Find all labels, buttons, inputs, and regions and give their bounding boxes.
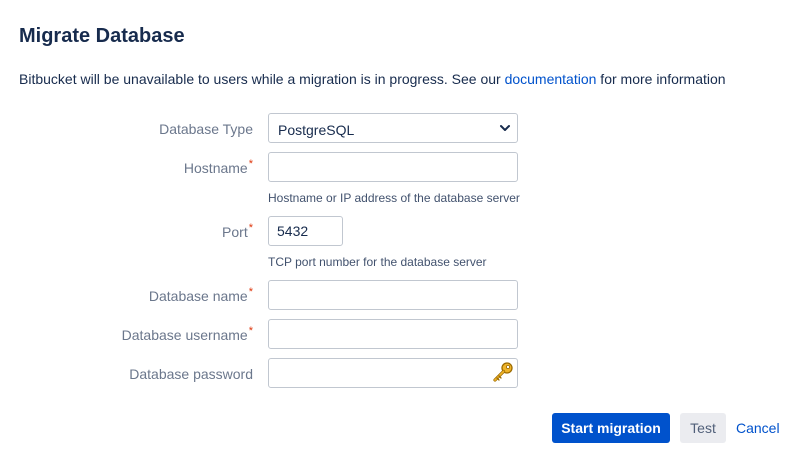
database-password-input[interactable]	[268, 358, 518, 388]
database-username-label: Database username*	[121, 325, 253, 343]
chevron-down-icon	[500, 125, 510, 131]
page-title: Migrate Database	[19, 25, 185, 47]
cancel-link[interactable]: Cancel	[736, 420, 780, 436]
key-icon[interactable]	[492, 361, 514, 383]
port-help: TCP port number for the database server	[268, 255, 487, 269]
database-name-input[interactable]	[268, 280, 518, 310]
database-name-label: Database name*	[148, 286, 253, 304]
required-marker: *	[248, 222, 253, 235]
database-type-label: Database Type	[159, 121, 253, 137]
database-password-label: Database password	[129, 366, 253, 382]
intro-text-before: Bitbucket will be unavailable to users w…	[19, 71, 505, 87]
hostname-label: Hostname*	[183, 158, 253, 176]
port-label: Port*	[222, 222, 253, 240]
migrate-database-page: Migrate Database Bitbucket will be unava…	[0, 0, 795, 461]
database-type-value: PostgreSQL	[278, 122, 355, 138]
intro-text-after: for more information	[596, 71, 726, 87]
hostname-input[interactable]	[268, 152, 518, 182]
test-button[interactable]: Test	[680, 413, 726, 443]
required-marker: *	[248, 286, 253, 299]
start-migration-button[interactable]: Start migration	[552, 413, 670, 443]
required-marker: *	[248, 158, 253, 171]
documentation-link[interactable]: documentation	[505, 71, 597, 87]
port-input[interactable]	[268, 216, 343, 246]
intro-text: Bitbucket will be unavailable to users w…	[19, 70, 726, 88]
database-type-select[interactable]: PostgreSQL	[268, 113, 518, 143]
required-marker: *	[248, 325, 253, 338]
database-username-input[interactable]	[268, 319, 518, 349]
hostname-help: Hostname or IP address of the database s…	[268, 191, 520, 205]
